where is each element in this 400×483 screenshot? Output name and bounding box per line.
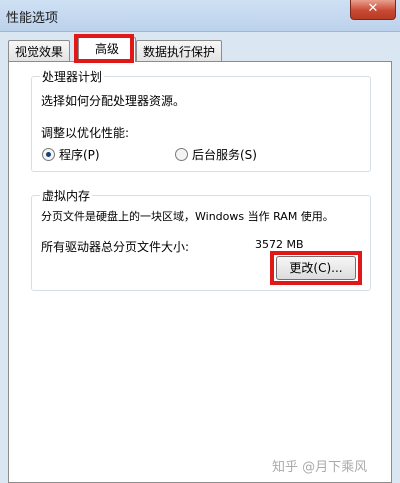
services-label[interactable]: 后台服务(S) — [192, 146, 257, 163]
title-bar: 性能选项 ✕ — [0, 0, 400, 32]
tab-label: 视觉效果 — [15, 45, 64, 59]
tab-label: 数据执行保护 — [143, 45, 216, 59]
adjust-label: 调整以优化性能: — [41, 126, 130, 140]
processor-legend: 处理器计划 — [40, 68, 105, 85]
services-radio[interactable] — [175, 148, 188, 161]
change-button[interactable]: 更改(C)... — [276, 256, 356, 280]
total-paging-value: 3572 MB — [255, 238, 304, 251]
tab-advanced[interactable]: 高级 — [78, 37, 136, 62]
tab-data-execution-prevention[interactable]: 数据执行保护 — [136, 40, 223, 61]
total-paging-label: 所有驱动器总分页文件大小: — [41, 240, 190, 254]
programs-label[interactable]: 程序(P) — [59, 146, 100, 163]
tab-strip: 视觉效果 高级 数据执行保护 — [8, 36, 392, 62]
close-icon: ✕ — [367, 1, 379, 16]
window-title: 性能选项 — [6, 11, 59, 26]
close-button[interactable]: ✕ — [350, 0, 396, 20]
tab-label: 高级 — [94, 42, 119, 56]
watermark: 知乎 @月下乘风 — [272, 460, 368, 475]
virtual-memory-description: 分页文件是硬盘上的一块区域，Windows 当作 RAM 使用。 — [41, 210, 334, 223]
programs-radio[interactable] — [42, 148, 55, 161]
virtual-memory-legend: 虚拟内存 — [40, 187, 93, 204]
processor-description: 选择如何分配处理器资源。 — [41, 94, 186, 108]
tab-visual-effects[interactable]: 视觉效果 — [8, 40, 71, 61]
